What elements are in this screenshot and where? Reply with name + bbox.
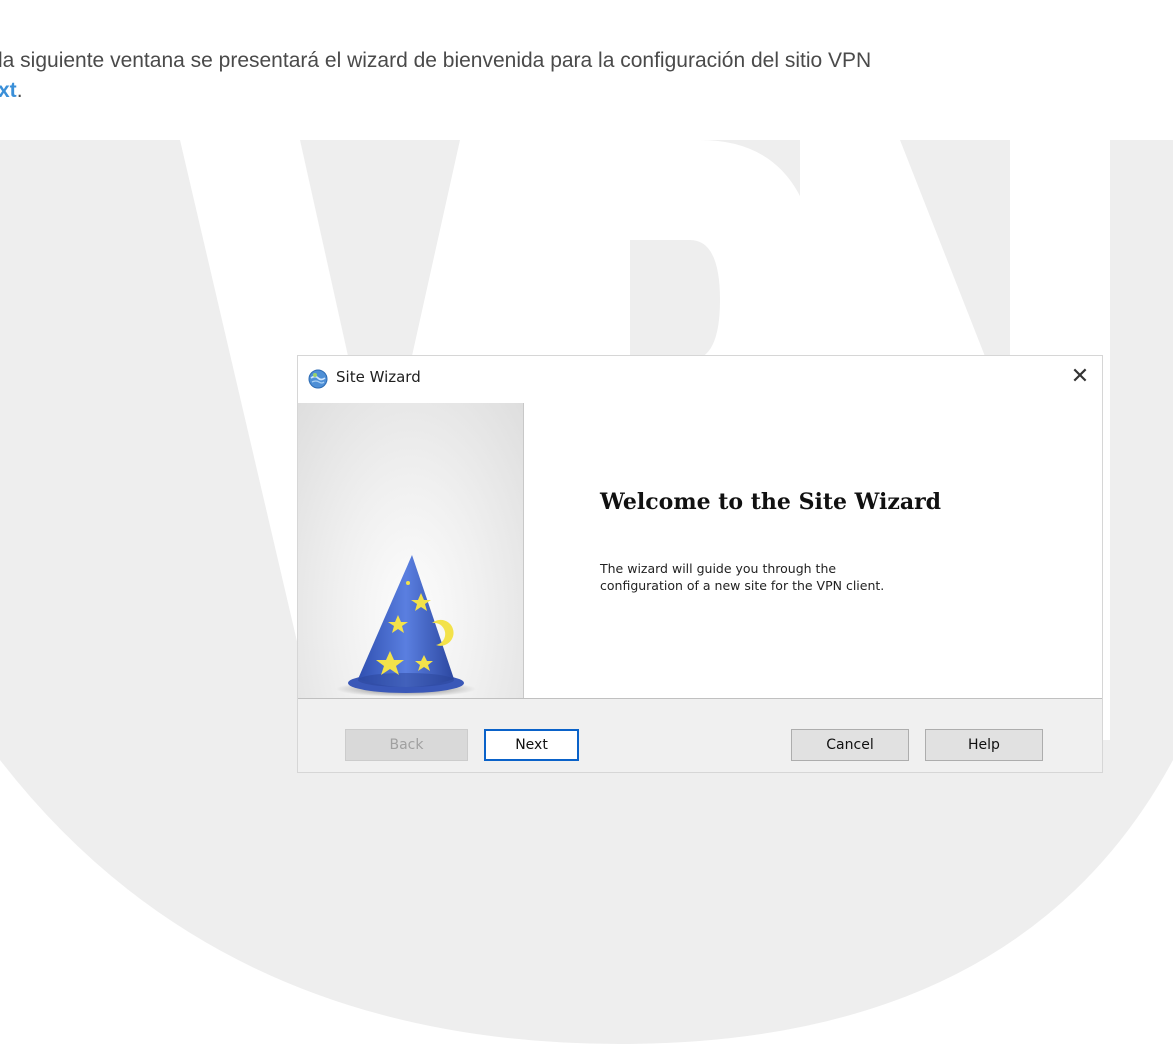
- dialog-title: Site Wizard: [336, 368, 421, 386]
- cancel-button[interactable]: Cancel: [791, 729, 909, 761]
- intro-line-2-rest: .: [16, 79, 23, 102]
- welcome-heading: Welcome to the Site Wizard: [600, 489, 942, 515]
- site-wizard-dialog: Site Wizard ✕ Welcome to the Site Wizard…: [297, 355, 1103, 773]
- intro-paragraph: la siguiente ventana se presentará el wi…: [0, 46, 871, 106]
- next-button[interactable]: Next: [484, 729, 579, 761]
- close-icon: ✕: [1070, 364, 1090, 389]
- wizard-side-panel: [298, 403, 524, 698]
- help-button[interactable]: Help: [925, 729, 1043, 761]
- globe-icon: [308, 369, 328, 389]
- close-button[interactable]: ✕: [1064, 362, 1096, 392]
- intro-line-2: xt.: [0, 76, 871, 106]
- wizard-hat-icon: [336, 555, 476, 697]
- title-bar[interactable]: Site Wizard ✕: [298, 356, 1102, 403]
- page: la siguiente ventana se presentará el wi…: [0, 0, 1173, 1044]
- dialog-footer: Back Next Cancel Help: [298, 699, 1102, 772]
- intro-highlight: xt: [0, 79, 17, 102]
- wizard-content: Welcome to the Site Wizard The wizard wi…: [524, 403, 1102, 698]
- intro-line-1: la siguiente ventana se presentará el wi…: [0, 49, 872, 72]
- back-button[interactable]: Back: [345, 729, 468, 761]
- wizard-description: The wizard will guide you through the co…: [600, 561, 885, 593]
